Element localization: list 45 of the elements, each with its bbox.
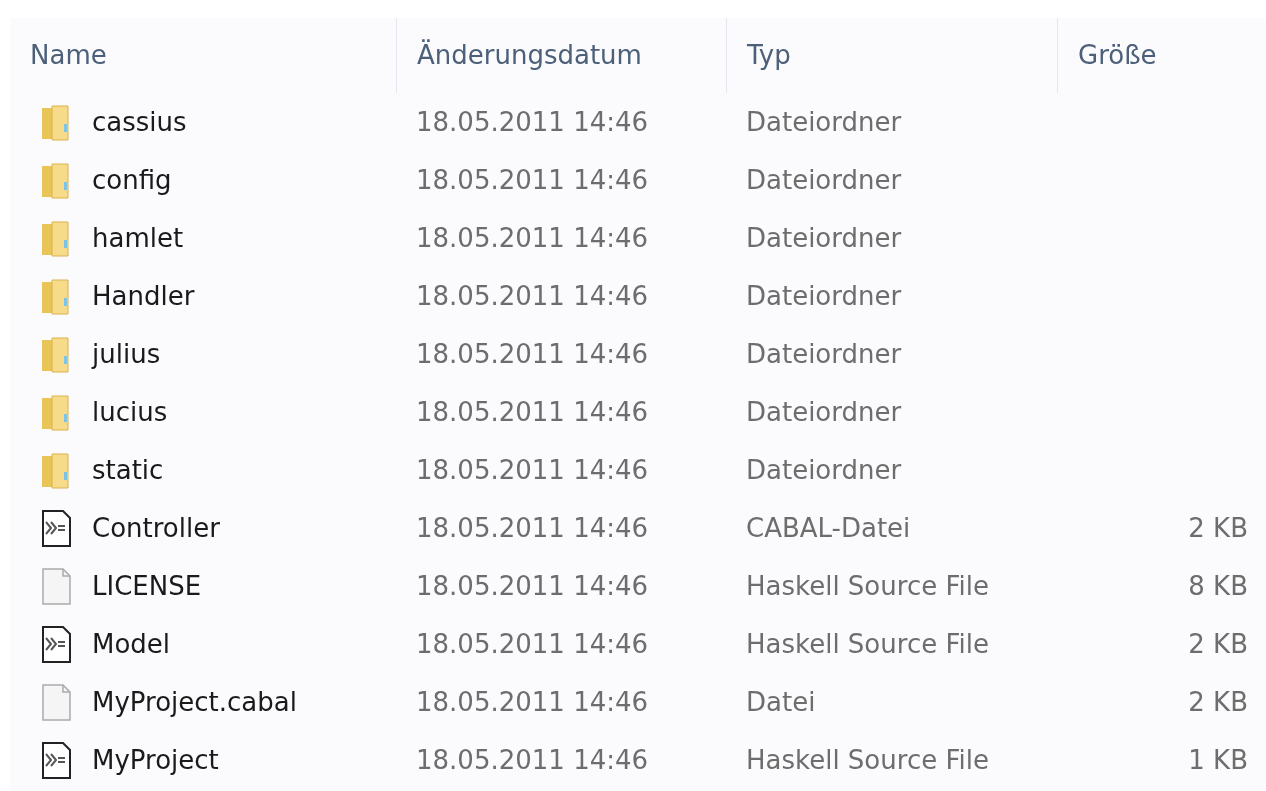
file-name[interactable]: lucius xyxy=(92,392,168,432)
file-name[interactable]: cassius xyxy=(92,102,187,142)
column-header[interactable]: Änderungsdatum xyxy=(417,36,642,75)
file-type: Datei xyxy=(746,686,816,717)
file-type: Haskell Source File xyxy=(746,628,989,659)
file-type: Dateiordner xyxy=(746,280,902,311)
file-name[interactable]: static xyxy=(92,450,164,490)
modified-date: 18.05.2011 14:46 xyxy=(416,570,649,601)
file-size: 8 KB xyxy=(1188,570,1248,601)
file-size: 2 KB xyxy=(1188,512,1248,543)
modified-date: 18.05.2011 14:46 xyxy=(416,338,649,369)
file-name[interactable]: LICENSE xyxy=(92,566,202,606)
column-header[interactable]: Größe xyxy=(1078,36,1157,75)
file-size: 1 KB xyxy=(1188,744,1248,775)
modified-date: 18.05.2011 14:46 xyxy=(416,454,649,485)
modified-date: 18.05.2011 14:46 xyxy=(416,164,649,195)
file-name[interactable]: Controller xyxy=(92,508,220,548)
modified-date: 18.05.2011 14:46 xyxy=(416,744,649,775)
column-header[interactable]: Typ xyxy=(747,36,791,75)
modified-date: 18.05.2011 14:46 xyxy=(416,628,649,659)
file-name[interactable]: julius xyxy=(92,334,161,374)
file-type: Dateiordner xyxy=(746,454,902,485)
modified-date: 18.05.2011 14:46 xyxy=(416,686,649,717)
file-type: Haskell Source File xyxy=(746,570,989,601)
file-type: Dateiordner xyxy=(746,338,902,369)
file-type: Dateiordner xyxy=(746,222,902,253)
modified-date: 18.05.2011 14:46 xyxy=(416,106,649,137)
file-name[interactable]: Handler xyxy=(92,276,195,316)
file-name[interactable]: config xyxy=(92,160,172,200)
file-type: CABAL-Datei xyxy=(746,512,911,543)
file-name[interactable]: Model xyxy=(92,624,171,664)
file-name[interactable]: MyProject.cabal xyxy=(92,682,297,722)
modified-date: 18.05.2011 14:46 xyxy=(416,512,649,543)
file-type: Haskell Source File xyxy=(746,744,989,775)
column-header[interactable]: Name xyxy=(30,36,107,75)
modified-date: 18.05.2011 14:46 xyxy=(416,396,649,427)
modified-date: 18.05.2011 14:46 xyxy=(416,222,649,253)
file-type: Dateiordner xyxy=(746,164,902,195)
file-size: 2 KB xyxy=(1188,686,1248,717)
file-type: Dateiordner xyxy=(746,396,902,427)
file-name[interactable]: MyProject xyxy=(92,740,219,780)
file-name[interactable]: hamlet xyxy=(92,218,184,258)
file-size: 2 KB xyxy=(1188,628,1248,659)
modified-date: 18.05.2011 14:46 xyxy=(416,280,649,311)
file-type: Dateiordner xyxy=(746,106,902,137)
